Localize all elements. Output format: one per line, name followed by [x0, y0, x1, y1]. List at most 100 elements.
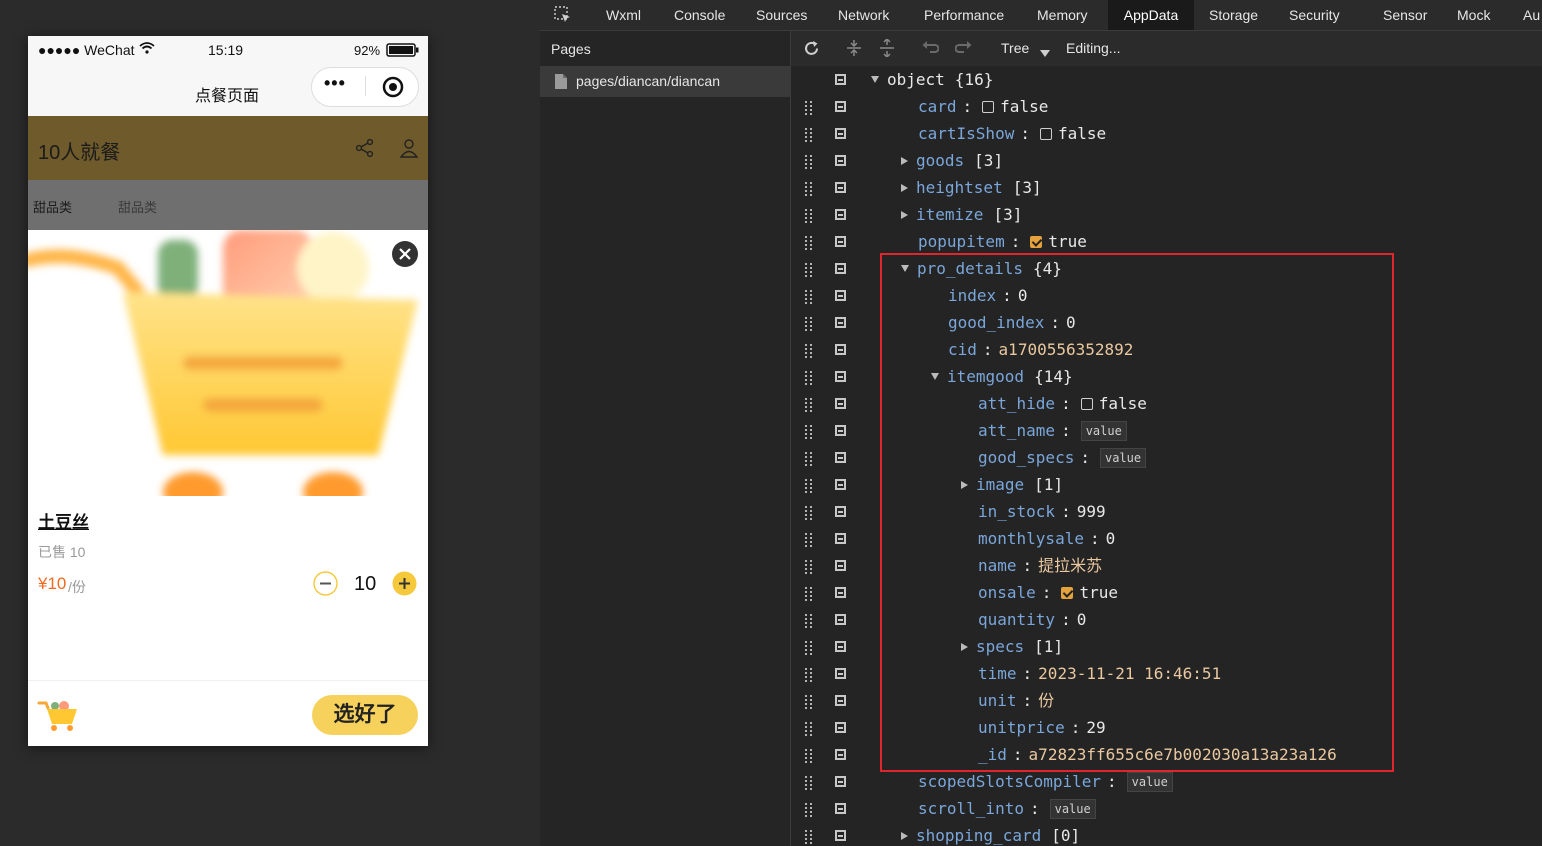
expand-icon[interactable] [901, 184, 908, 192]
drag-handle-icon[interactable] [805, 560, 814, 574]
collapse-all-icon[interactable] [878, 37, 896, 60]
collapse-icon[interactable] [871, 76, 879, 83]
drag-handle-icon[interactable] [805, 290, 814, 304]
drag-handle-icon[interactable] [805, 236, 814, 250]
tree-row[interactable]: scroll_into: value [791, 795, 1542, 822]
tree-row[interactable]: card: false [791, 93, 1542, 120]
node-menu-icon[interactable] [835, 506, 846, 517]
drag-handle-icon[interactable] [805, 830, 814, 844]
node-menu-icon[interactable] [835, 290, 846, 301]
tab-audits[interactable]: Au [1523, 0, 1540, 30]
tree-row[interactable]: goods [3] [791, 147, 1542, 174]
drag-handle-icon[interactable] [805, 695, 814, 709]
minus-button[interactable] [313, 571, 338, 601]
tab-sensor[interactable]: Sensor [1383, 0, 1427, 30]
tab-network[interactable]: Network [838, 0, 889, 30]
close-popup-icon[interactable] [391, 240, 419, 273]
node-value[interactable]: false [1000, 97, 1048, 116]
drag-handle-icon[interactable] [805, 398, 814, 412]
node-menu-icon[interactable] [835, 668, 846, 679]
node-menu-icon[interactable] [835, 182, 846, 193]
node-menu-icon[interactable] [835, 209, 846, 220]
node-key[interactable]: heightset [916, 178, 1003, 197]
value-placeholder[interactable]: value [1126, 772, 1173, 792]
drag-handle-icon[interactable] [805, 641, 814, 655]
node-menu-icon[interactable] [835, 101, 846, 112]
node-menu-icon[interactable] [835, 479, 846, 490]
drag-handle-icon[interactable] [805, 263, 814, 277]
tree-row[interactable]: scopedSlotsCompiler: value [791, 768, 1542, 795]
drag-handle-icon[interactable] [805, 614, 814, 628]
drag-handle-icon[interactable] [805, 749, 814, 763]
drag-handle-icon[interactable] [805, 155, 814, 169]
drag-handle-icon[interactable] [805, 209, 814, 223]
tab-sources[interactable]: Sources [756, 0, 807, 30]
drag-handle-icon[interactable] [805, 344, 814, 358]
tree-row[interactable]: object {16} [791, 66, 1542, 93]
node-menu-icon[interactable] [835, 803, 846, 814]
node-menu-icon[interactable] [835, 344, 846, 355]
drag-handle-icon[interactable] [805, 506, 814, 520]
undo-icon[interactable] [921, 40, 940, 59]
node-key[interactable]: scroll_into [918, 799, 1024, 818]
drag-handle-icon[interactable] [805, 776, 814, 790]
plus-button[interactable] [392, 571, 417, 601]
node-menu-icon[interactable] [835, 830, 846, 841]
tab-mock[interactable]: Mock [1457, 0, 1490, 30]
expand-icon[interactable] [901, 211, 908, 219]
node-key[interactable]: shopping_card [916, 826, 1041, 845]
node-menu-icon[interactable] [835, 398, 846, 409]
page-list-item[interactable]: pages/diancan/diancan [540, 66, 790, 97]
bool-checkbox[interactable] [982, 101, 995, 113]
close-miniprogram-icon[interactable] [382, 76, 404, 103]
node-menu-icon[interactable] [835, 74, 846, 85]
tab-security[interactable]: Security [1289, 0, 1340, 30]
drag-handle-icon[interactable] [805, 452, 814, 466]
node-menu-icon[interactable] [835, 425, 846, 436]
tree-row[interactable]: heightset [3] [791, 174, 1542, 201]
redo-icon[interactable] [954, 40, 973, 59]
node-menu-icon[interactable] [835, 587, 846, 598]
node-menu-icon[interactable] [835, 128, 846, 139]
chevron-down-icon[interactable] [1040, 44, 1050, 60]
drag-handle-icon[interactable] [805, 668, 814, 682]
tab-appdata[interactable]: AppData [1108, 0, 1194, 30]
inspect-element-icon[interactable] [554, 6, 572, 27]
view-mode-select[interactable]: Tree [1001, 40, 1029, 56]
node-menu-icon[interactable] [835, 560, 846, 571]
node-menu-icon[interactable] [835, 722, 846, 733]
drag-handle-icon[interactable] [805, 533, 814, 547]
tab-storage[interactable]: Storage [1209, 0, 1258, 30]
node-menu-icon[interactable] [835, 263, 846, 274]
value-placeholder[interactable]: value [1049, 799, 1096, 819]
tab-wxml[interactable]: Wxml [606, 0, 641, 30]
expand-all-icon[interactable] [845, 39, 863, 60]
tree-row[interactable]: itemize [3] [791, 201, 1542, 228]
drag-handle-icon[interactable] [805, 182, 814, 196]
bool-checkbox[interactable] [1039, 128, 1052, 140]
node-menu-icon[interactable] [835, 776, 846, 787]
share-icon[interactable] [355, 138, 375, 163]
node-key[interactable]: cartIsShow [918, 124, 1014, 143]
expand-icon[interactable] [901, 157, 908, 165]
node-value[interactable]: false [1058, 124, 1106, 143]
confirm-button[interactable]: 选好了 [312, 695, 418, 735]
node-menu-icon[interactable] [835, 317, 846, 328]
node-menu-icon[interactable] [835, 749, 846, 760]
tab-console[interactable]: Console [674, 0, 725, 30]
drag-handle-icon[interactable] [805, 128, 814, 142]
drag-handle-icon[interactable] [805, 425, 814, 439]
shopping-cart-icon[interactable] [37, 699, 79, 738]
bool-checkbox[interactable] [1030, 236, 1043, 248]
more-button[interactable]: ••• [324, 73, 346, 94]
tab-performance[interactable]: Performance [924, 0, 1004, 30]
drag-handle-icon[interactable] [805, 317, 814, 331]
node-menu-icon[interactable] [835, 236, 846, 247]
node-menu-icon[interactable] [835, 614, 846, 625]
drag-handle-icon[interactable] [805, 587, 814, 601]
node-key[interactable]: popupitem [918, 232, 1005, 251]
user-icon[interactable] [399, 138, 419, 163]
node-menu-icon[interactable] [835, 452, 846, 463]
category-tab[interactable]: 甜品类 [33, 197, 72, 216]
tree-row[interactable]: popupitem: true [791, 228, 1542, 255]
